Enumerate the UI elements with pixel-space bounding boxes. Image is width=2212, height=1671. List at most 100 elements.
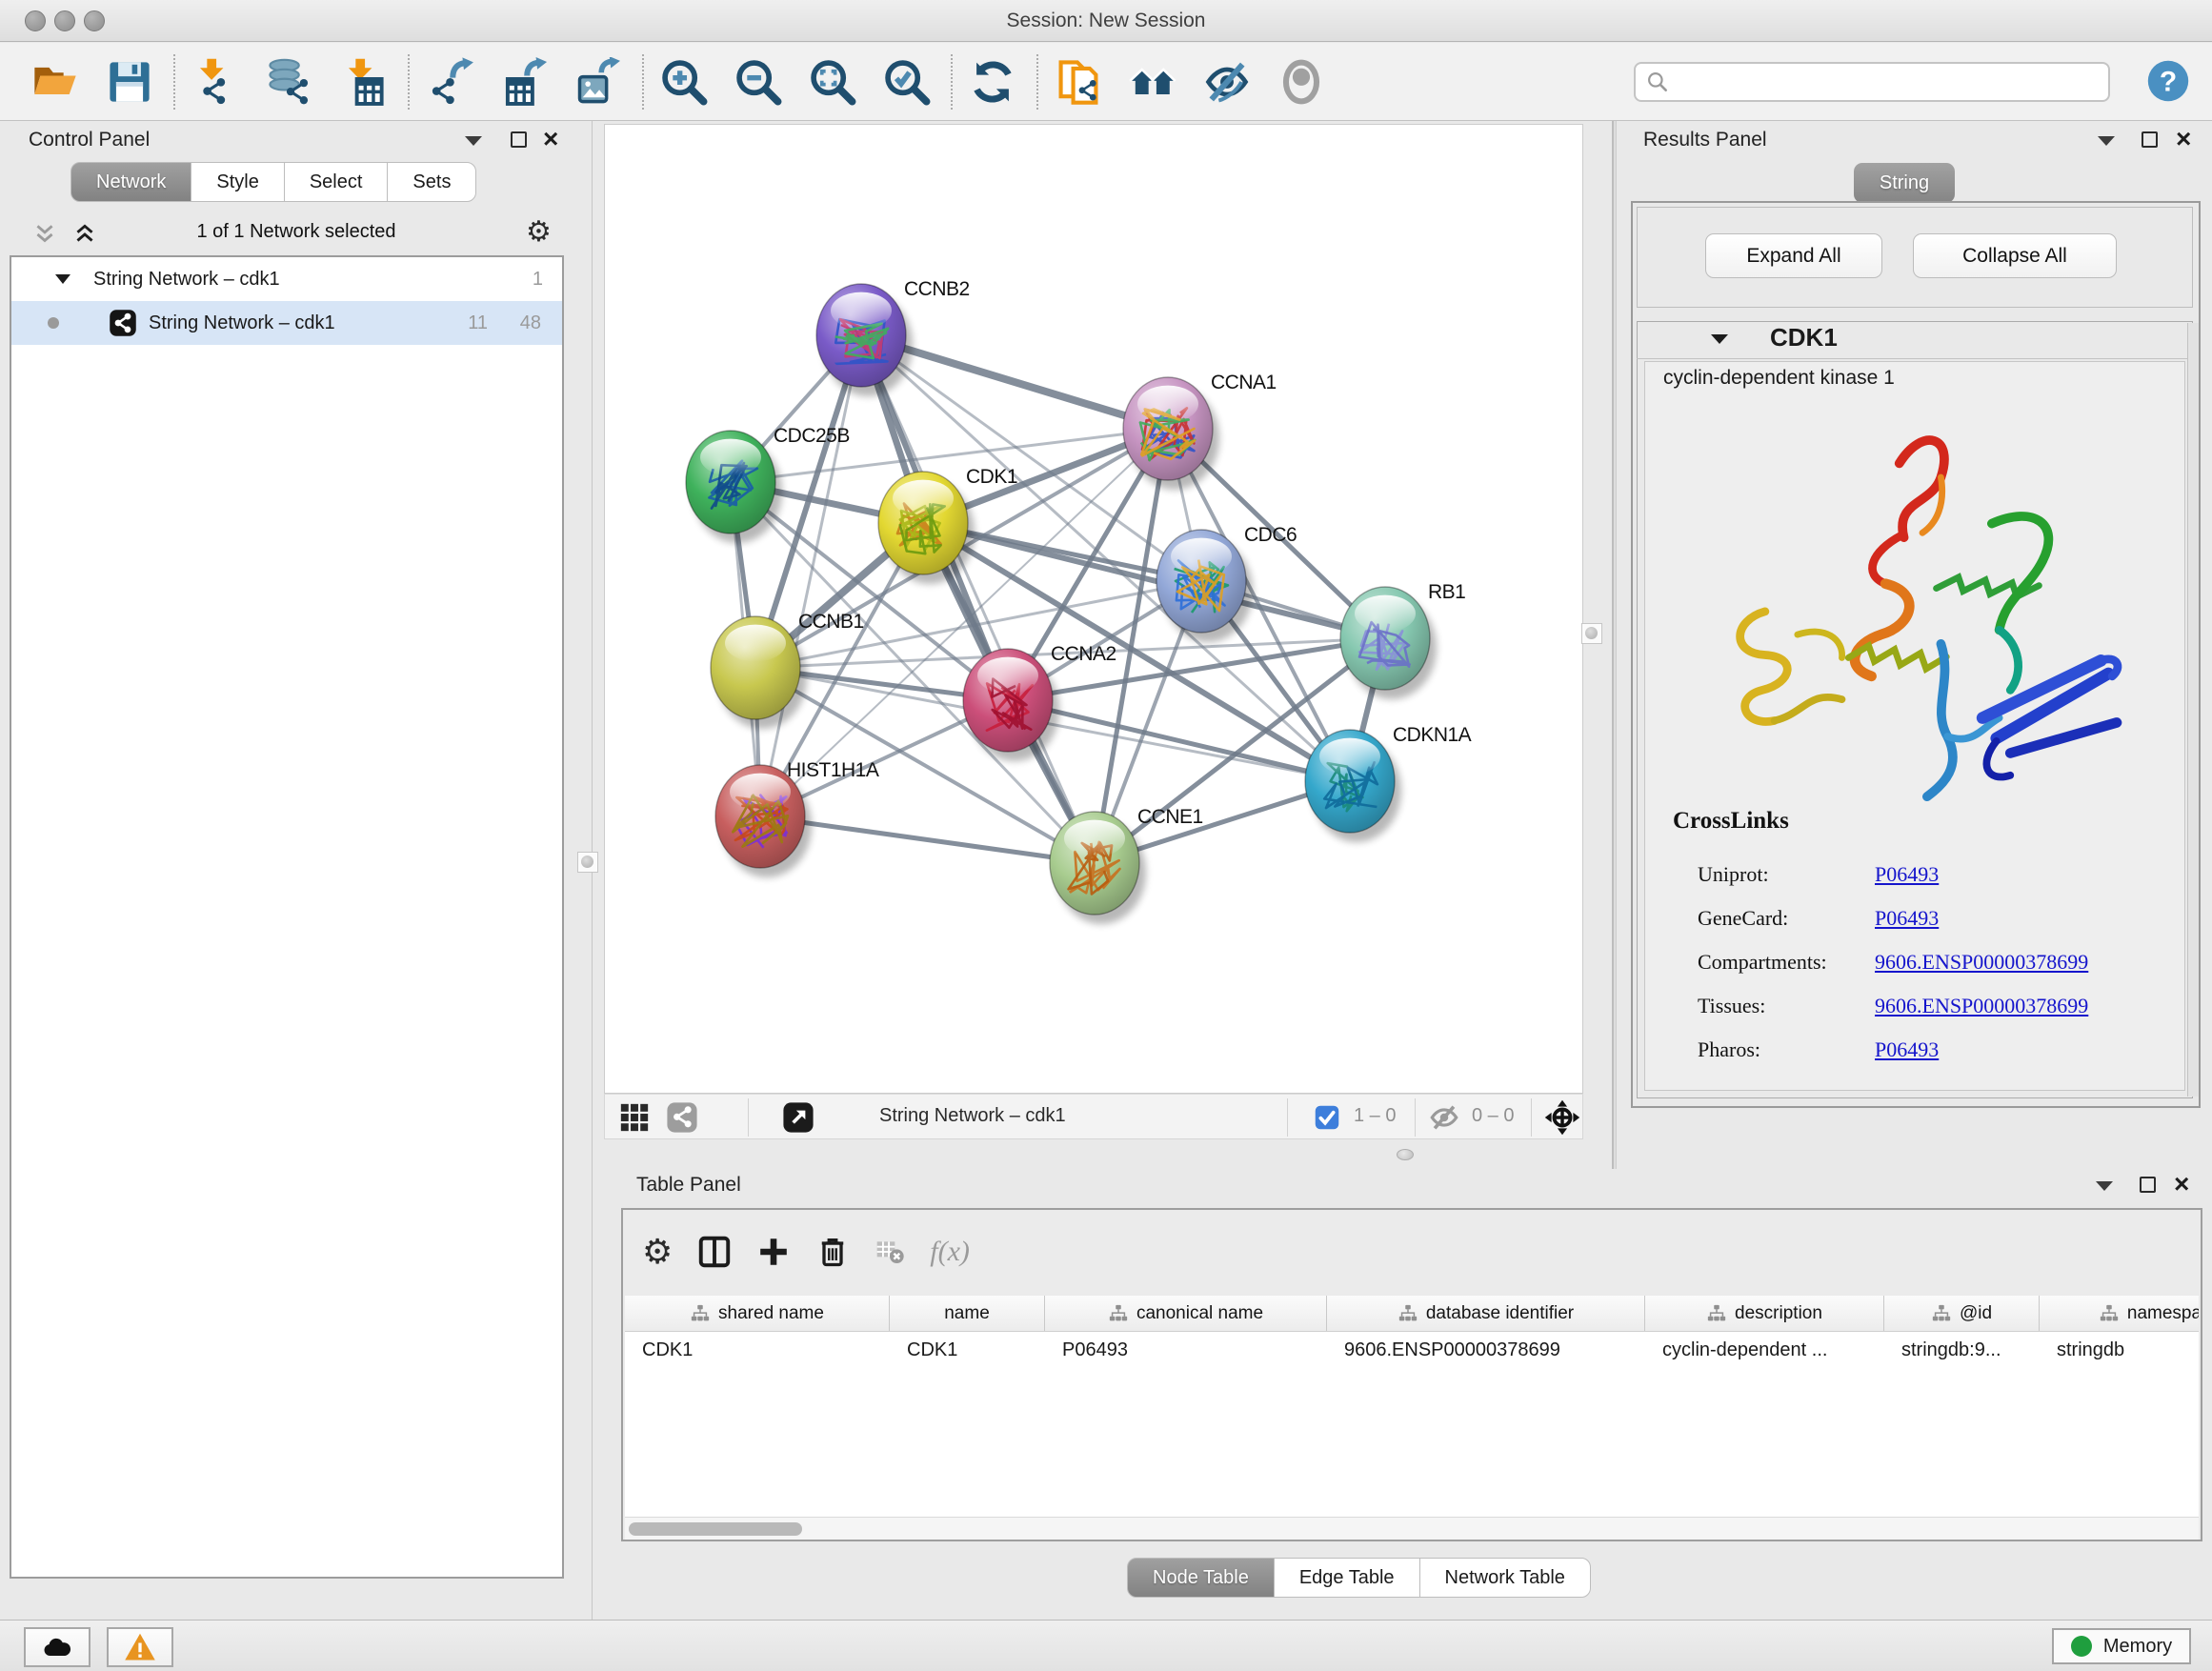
import-table-icon[interactable] [337,55,391,109]
column-header-name[interactable]: name [890,1296,1045,1331]
string-network-graph[interactable]: CCNB2CCNA1CDC25BCDK1CDC6RB1CCNB1CCNA2CDK… [605,125,1582,1093]
collapse-all-button[interactable]: Collapse All [1913,233,2117,278]
save-session-icon[interactable] [103,55,156,109]
tab-node-table[interactable]: Node Table [1127,1558,1275,1598]
zoom-in-icon[interactable] [657,55,711,109]
vertical-splitter[interactable] [1612,121,1617,1169]
tab-edge-table[interactable]: Edge Table [1274,1558,1420,1598]
search-input[interactable] [1670,70,2070,93]
detach-view-icon[interactable] [782,1101,814,1134]
delete-column-icon[interactable] [815,1235,850,1269]
tab-network[interactable]: Network [70,162,191,202]
delete-table-icon[interactable] [875,1237,905,1267]
show-eye-icon[interactable] [1275,55,1328,109]
toolbar-separator [408,54,410,110]
table-settings-gear-icon[interactable]: ⚙ [642,1238,673,1266]
function-builder-icon[interactable]: f(x) [930,1236,970,1268]
svg-text:CDK1: CDK1 [966,466,1017,488]
import-network-database-icon[interactable] [263,55,316,109]
control-panel-maximize-icon[interactable] [511,131,527,148]
control-panel-float-icon[interactable] [465,136,482,146]
results-scrollbar[interactable] [2187,323,2199,1097]
control-panel: Control Panel × NetworkStyleSelectSets 1… [0,121,593,1620]
help-icon: ? [2145,58,2191,104]
expand-all-button[interactable]: Expand All [1705,233,1882,278]
current-network-title: String Network – cdk1 [879,1105,1066,1127]
scrollbar-thumb[interactable] [629,1522,802,1536]
control-panel-close-icon[interactable]: × [543,126,558,152]
left-splitter-handle[interactable] [577,852,598,873]
column-header-@id[interactable]: @id [1884,1296,2040,1331]
divider [1287,1098,1288,1137]
network-row[interactable]: String Network – cdk1 11 48 [11,301,562,345]
show-all-networks-icon[interactable] [1126,55,1179,109]
export-image-icon[interactable] [572,55,625,109]
protein-structure-image [1703,413,2142,801]
crosslink-link[interactable]: P06493 [1875,1037,1939,1062]
hide-selected-icon[interactable] [1200,55,1254,109]
export-network-icon[interactable] [423,55,476,109]
tree-expander-icon[interactable] [55,274,70,284]
crosslink-link[interactable]: 9606.ENSP00000378699 [1875,950,2088,975]
column-header-description[interactable]: description [1645,1296,1884,1331]
tab-string[interactable]: String [1854,163,1955,203]
svg-text:CCNB1: CCNB1 [798,611,864,633]
crosslink-link[interactable]: P06493 [1875,906,1939,931]
import-network-file-icon[interactable] [189,55,242,109]
hidden-eye-icon[interactable] [1428,1101,1460,1134]
zoom-out-icon[interactable] [732,55,785,109]
memory-button[interactable]: Memory [2052,1628,2191,1664]
refresh-icon[interactable] [966,55,1019,109]
horizontal-splitter[interactable] [604,1139,1583,1170]
add-column-icon[interactable] [756,1235,791,1269]
network-overview-icon[interactable] [666,1101,698,1134]
table-panel-close-icon[interactable]: × [2174,1171,2189,1198]
table-panel-float-icon[interactable] [2096,1181,2113,1191]
column-header-database-identifier[interactable]: database identifier [1327,1296,1645,1331]
show-columns-icon[interactable] [697,1235,732,1269]
crosslink-link[interactable]: 9606.ENSP00000378699 [1875,994,2088,1018]
crosslink-link[interactable]: P06493 [1875,862,1939,887]
help-button[interactable]: ? [2145,58,2191,104]
protein-section-expander-icon[interactable] [1711,334,1728,344]
node-table[interactable]: shared namenamecanonical namedatabase id… [625,1296,2199,1517]
network-collection-row[interactable]: String Network – cdk1 1 [11,257,562,301]
column-header-namespace[interactable]: namespace [2040,1296,2199,1331]
table-horizontal-scrollbar[interactable] [625,1517,2199,1540]
table-panel-maximize-icon[interactable] [2140,1177,2156,1193]
selected-count-checkbox-icon[interactable] [1314,1104,1340,1131]
svg-text:CCNE1: CCNE1 [1137,806,1203,828]
table-row[interactable]: CDK1CDK1P064939606.ENSP00000378699cyclin… [625,1332,2199,1368]
fit-selected-crosshair-icon[interactable] [1544,1099,1580,1136]
results-panel-close-icon[interactable]: × [2176,126,2191,152]
search-box[interactable] [1634,62,2110,102]
export-table-icon[interactable] [497,55,551,109]
tab-select[interactable]: Select [284,162,389,202]
table-toolbar: ⚙ f(x) [642,1223,995,1280]
network-canvas[interactable]: CCNB2CCNA1CDC25BCDK1CDC6RB1CCNB1CCNA2CDK… [604,124,1583,1094]
open-session-icon[interactable] [29,55,82,109]
clone-network-icon[interactable] [1052,55,1105,109]
network-edge-count: 48 [520,312,541,334]
column-header-shared-name[interactable]: shared name [625,1296,890,1331]
network-options-gear-icon[interactable]: ⚙ [526,218,552,247]
warning-button[interactable] [107,1627,173,1667]
zoom-fit-icon[interactable] [806,55,859,109]
network-selection-row: 1 of 1 Network selected ⚙ [0,214,593,254]
results-panel-maximize-icon[interactable] [2142,131,2158,148]
table-body: CDK1CDK1P064939606.ENSP00000378699cyclin… [625,1332,2199,1368]
zoom-selected-icon[interactable] [880,55,934,109]
tab-style[interactable]: Style [191,162,284,202]
table-cell: CDK1 [890,1332,1045,1368]
tab-network-table[interactable]: Network Table [1419,1558,1591,1598]
show-network-grid-icon[interactable] [618,1101,651,1134]
table-header-row: shared namenamecanonical namedatabase id… [625,1296,2199,1332]
cloud-status-button[interactable] [24,1627,90,1667]
column-header-canonical-name[interactable]: canonical name [1045,1296,1327,1331]
right-splitter-handle[interactable] [1581,623,1602,644]
splitter-handle[interactable] [1397,1149,1414,1160]
control-panel-tabs: NetworkStyleSelectSets [70,162,476,202]
tab-sets[interactable]: Sets [387,162,476,202]
results-panel-float-icon[interactable] [2098,136,2115,146]
network-edges [731,335,1385,863]
